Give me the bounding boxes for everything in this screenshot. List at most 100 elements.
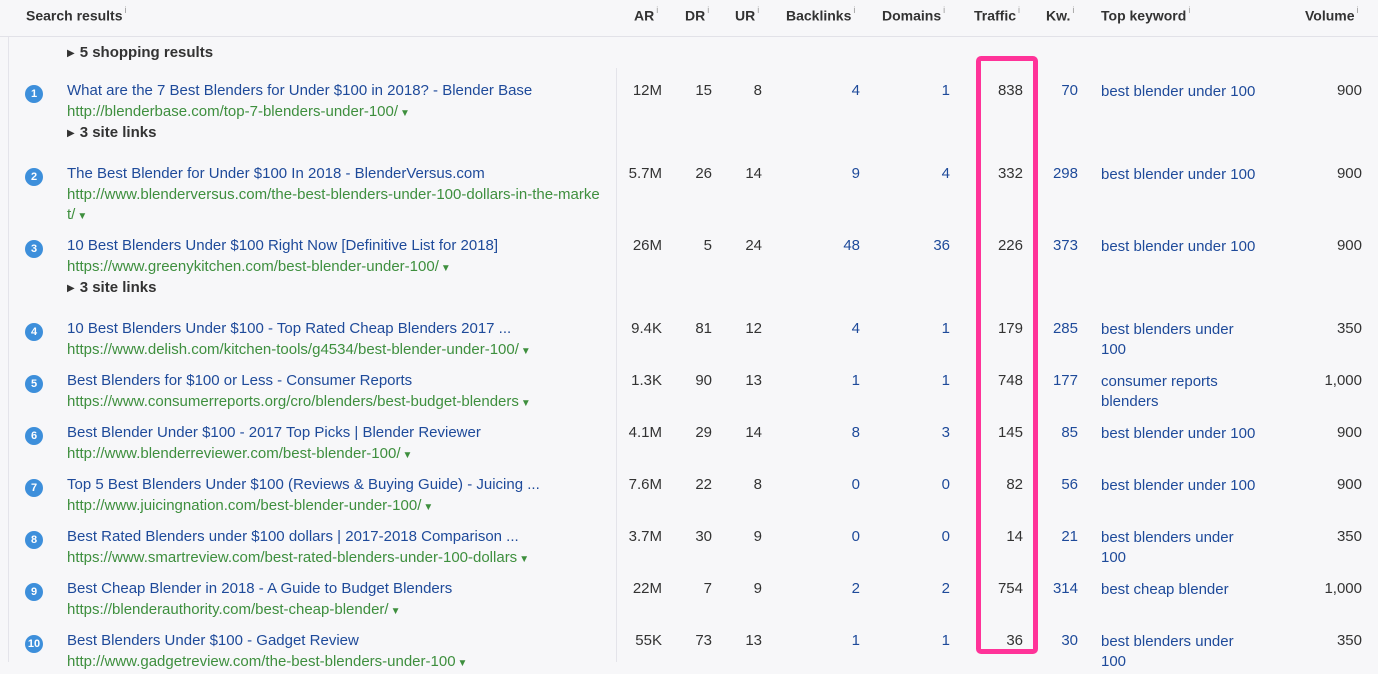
ur-value: 13 [745, 372, 762, 389]
dr-value: 22 [695, 476, 712, 493]
result-url-link[interactable]: http://blenderbase.com/top-7-blenders-un… [67, 102, 607, 124]
top-keyword-link[interactable]: best blender under 100 [1101, 476, 1261, 496]
domains-link[interactable]: 1 [890, 632, 950, 649]
result-title-link[interactable]: Best Rated Blenders under $100 dollars |… [67, 528, 519, 545]
kw-link[interactable]: 70 [1038, 82, 1078, 99]
domains-link[interactable]: 0 [890, 528, 950, 545]
result-title-link[interactable]: Best Blender Under $100 - 2017 Top Picks… [67, 424, 481, 441]
top-keyword-link[interactable]: best blender under 100 [1101, 165, 1261, 185]
result-url-link[interactable]: https://www.consumerreports.org/cro/blen… [67, 392, 607, 414]
header-search-results[interactable]: Search results i [26, 5, 127, 24]
kw-link[interactable]: 177 [1038, 372, 1078, 389]
dropdown-caret-icon[interactable]: ▼ [441, 263, 451, 274]
shopping-results-toggle[interactable]: ▶ 5 shopping results [67, 44, 213, 61]
result-url-link[interactable]: https://blenderauthority.com/best-cheap-… [67, 600, 607, 622]
backlinks-link[interactable]: 2 [800, 580, 860, 597]
domains-link[interactable]: 1 [890, 372, 950, 389]
header-ar[interactable]: AR i [634, 5, 658, 24]
ur-value: 14 [745, 424, 762, 441]
backlinks-link[interactable]: 1 [800, 632, 860, 649]
backlinks-link[interactable]: 0 [800, 476, 860, 493]
kw-link[interactable]: 21 [1038, 528, 1078, 545]
backlinks-link[interactable]: 48 [800, 237, 860, 254]
expand-triangle-icon: ▶ [67, 283, 75, 294]
result-title-link[interactable]: What are the 7 Best Blenders for Under $… [67, 82, 532, 99]
top-keyword-link[interactable]: best cheap blender [1101, 580, 1261, 600]
result-url-link[interactable]: https://www.delish.com/kitchen-tools/g45… [67, 340, 607, 362]
rank-badge: 9 [25, 583, 43, 601]
result-title-link[interactable]: 10 Best Blenders Under $100 - Top Rated … [67, 320, 511, 337]
header-ur[interactable]: UR i [735, 5, 759, 24]
kw-link[interactable]: 314 [1038, 580, 1078, 597]
result-title-link[interactable]: Best Blenders for $100 or Less - Consume… [67, 372, 412, 389]
top-keyword-link[interactable]: consumer reports blenders [1101, 372, 1261, 412]
domains-link[interactable]: 1 [890, 82, 950, 99]
dropdown-caret-icon[interactable]: ▼ [400, 108, 410, 119]
kw-link[interactable]: 85 [1038, 424, 1078, 441]
header-dr[interactable]: DR i [685, 5, 709, 24]
dropdown-caret-icon[interactable]: ▼ [403, 450, 413, 461]
left-border [8, 0, 9, 662]
result-url-link[interactable]: http://www.gadgetreview.com/the-best-ble… [67, 652, 607, 674]
backlinks-link[interactable]: 0 [800, 528, 860, 545]
dr-value: 73 [695, 632, 712, 649]
ur-value: 9 [753, 528, 762, 545]
domains-link[interactable]: 4 [890, 165, 950, 182]
header-backlinks[interactable]: Backlinks i [786, 5, 855, 24]
domains-link[interactable]: 3 [890, 424, 950, 441]
result-url-link[interactable]: http://www.juicingnation.com/best-blende… [67, 496, 607, 518]
kw-link[interactable]: 30 [1038, 632, 1078, 649]
domains-link[interactable]: 1 [890, 320, 950, 337]
dropdown-caret-icon[interactable]: ▼ [77, 211, 87, 222]
top-keyword-link[interactable]: best blenders under 100 [1101, 632, 1261, 672]
header-top-keyword[interactable]: Top keyword i [1101, 5, 1190, 24]
kw-link[interactable]: 285 [1038, 320, 1078, 337]
header-domains[interactable]: Domains i [882, 5, 945, 24]
volume-value: 1,000 [1324, 580, 1362, 597]
top-keyword-link[interactable]: best blenders under 100 [1101, 528, 1261, 568]
dropdown-caret-icon[interactable]: ▼ [423, 502, 433, 513]
kw-link[interactable]: 373 [1038, 237, 1078, 254]
kw-link[interactable]: 56 [1038, 476, 1078, 493]
top-keyword-link[interactable]: best blender under 100 [1101, 424, 1261, 444]
dr-value: 7 [703, 580, 712, 597]
top-keyword-link[interactable]: best blenders under 100 [1101, 320, 1261, 360]
dr-value: 30 [695, 528, 712, 545]
dropdown-caret-icon[interactable]: ▼ [519, 554, 529, 565]
result-title-link[interactable]: Best Cheap Blender in 2018 - A Guide to … [67, 580, 452, 597]
header-volume[interactable]: Volume i [1305, 5, 1359, 24]
backlinks-link[interactable]: 4 [800, 82, 860, 99]
backlinks-link[interactable]: 1 [800, 372, 860, 389]
dr-value: 90 [695, 372, 712, 389]
backlinks-link[interactable]: 4 [800, 320, 860, 337]
kw-link[interactable]: 298 [1038, 165, 1078, 182]
domains-link[interactable]: 36 [890, 237, 950, 254]
site-links-toggle[interactable]: ▶ 3 site links [67, 124, 156, 141]
dropdown-caret-icon[interactable]: ▼ [391, 606, 401, 617]
top-keyword-link[interactable]: best blender under 100 [1101, 82, 1261, 102]
rank-badge: 3 [25, 240, 43, 258]
dr-value: 29 [695, 424, 712, 441]
result-url-link[interactable]: http://www.blenderversus.com/the-best-bl… [67, 185, 607, 227]
dropdown-caret-icon[interactable]: ▼ [521, 346, 531, 357]
result-title-link[interactable]: The Best Blender for Under $100 In 2018 … [67, 165, 485, 182]
backlinks-link[interactable]: 8 [800, 424, 860, 441]
domains-link[interactable]: 0 [890, 476, 950, 493]
result-title-link[interactable]: Top 5 Best Blenders Under $100 (Reviews … [67, 476, 540, 493]
result-title-link[interactable]: Best Blenders Under $100 - Gadget Review [67, 632, 359, 649]
top-keyword-link[interactable]: best blender under 100 [1101, 237, 1261, 257]
header-kw[interactable]: Kw. i [1046, 5, 1074, 24]
result-url-link[interactable]: http://www.blenderreviewer.com/best-blen… [67, 444, 607, 466]
header-traffic[interactable]: Traffic i [974, 5, 1020, 24]
domains-link[interactable]: 2 [890, 580, 950, 597]
result-url-link[interactable]: https://www.greenykitchen.com/best-blend… [67, 257, 607, 279]
ar-value: 1.3K [631, 372, 662, 389]
site-links-toggle[interactable]: ▶ 3 site links [67, 279, 156, 296]
result-url-link[interactable]: https://www.smartreview.com/best-rated-b… [67, 548, 607, 570]
backlinks-link[interactable]: 9 [800, 165, 860, 182]
dropdown-caret-icon[interactable]: ▼ [458, 658, 468, 669]
volume-value: 350 [1336, 320, 1362, 337]
dropdown-caret-icon[interactable]: ▼ [521, 398, 531, 409]
result-title-link[interactable]: 10 Best Blenders Under $100 Right Now [D… [67, 237, 498, 254]
dr-value: 5 [703, 237, 712, 254]
